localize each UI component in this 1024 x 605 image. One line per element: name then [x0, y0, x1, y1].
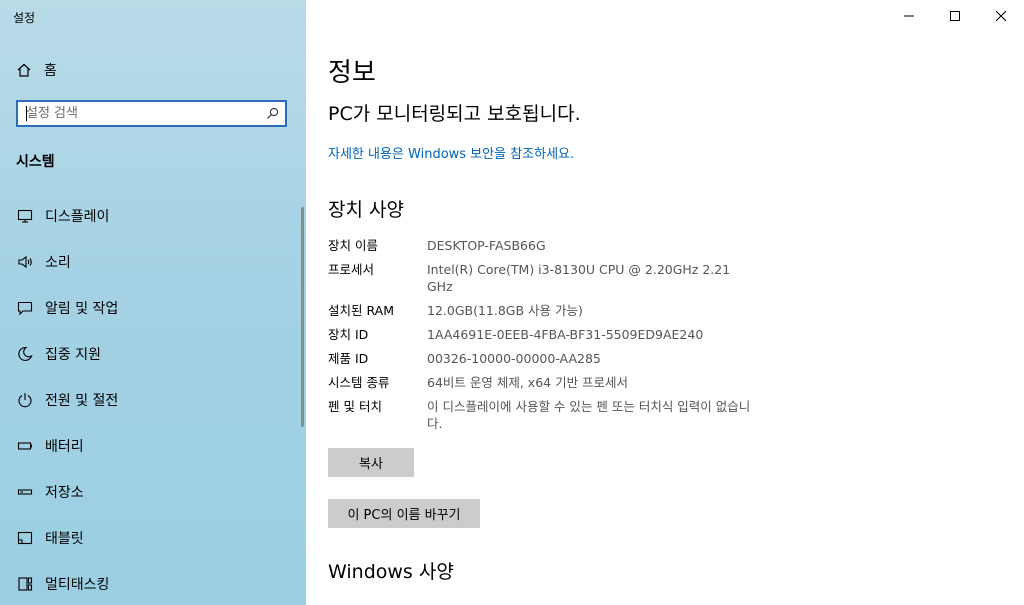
windows-security-link[interactable]: 자세한 내용은 Windows 보안을 참조하세요.	[328, 143, 574, 162]
battery-icon	[16, 437, 34, 455]
sidebar-item-label: 멀티태스킹	[45, 577, 110, 593]
spec-value: 00326-10000-00000-AA285	[427, 351, 601, 366]
spec-key: 제품 ID	[328, 351, 369, 366]
sidebar-item-label: 알림 및 작업	[45, 301, 119, 317]
spec-row: 설치된 RAM 12.0GB(11.8GB 사용 가능)	[328, 302, 757, 319]
search-box[interactable]	[16, 100, 287, 127]
sidebar-item-tablet[interactable]: 태블릿	[0, 515, 300, 561]
speaker-icon	[16, 253, 34, 271]
notification-icon	[16, 299, 34, 317]
maximize-icon	[950, 11, 960, 21]
power-icon	[16, 391, 34, 409]
app-title: 설정	[13, 11, 36, 25]
spec-row: 장치 ID 1AA4691E-0EEB-4FBA-BF31-5509ED9AE2…	[328, 326, 757, 343]
spec-value: Intel(R) Core(TM) i3-8130U CPU @ 2.20GHz…	[427, 262, 731, 294]
sidebar-item-focus[interactable]: 집중 지원	[0, 331, 300, 377]
spec-key: 시스템 종류	[328, 375, 390, 390]
spec-row: 제품 ID 00326-10000-00000-AA285	[328, 350, 757, 367]
close-icon	[996, 11, 1006, 21]
protection-status: PC가 모니터링되고 보호됩니다.	[328, 103, 581, 125]
minimize-icon	[904, 15, 914, 17]
spec-key: 설치된 RAM	[328, 303, 394, 318]
home-link[interactable]: 홈	[16, 60, 57, 80]
spec-key: 장치 이름	[328, 238, 378, 253]
spec-key: 프로세서	[328, 262, 375, 277]
device-specs-list: 장치 이름 DESKTOP-FASB66G 프로세서 Intel(R) Core…	[328, 237, 757, 439]
close-button[interactable]	[978, 0, 1024, 32]
sidebar-scrollbar[interactable]	[301, 207, 304, 427]
search-icon[interactable]	[266, 107, 279, 120]
minimize-button[interactable]	[886, 0, 932, 32]
spec-row: 시스템 종류 64비트 운영 체제, x64 기반 프로세서	[328, 374, 757, 391]
sidebar-item-multitasking[interactable]: 멀티태스킹	[0, 561, 300, 605]
tablet-icon	[16, 529, 34, 547]
text-caret	[26, 106, 27, 121]
section-title: 시스템	[16, 154, 55, 170]
sidebar-item-battery[interactable]: 배터리	[0, 423, 300, 469]
window-controls	[886, 0, 1024, 32]
sidebar-item-power[interactable]: 전원 및 절전	[0, 377, 300, 423]
sidebar-item-sound[interactable]: 소리	[0, 239, 300, 285]
storage-icon	[16, 483, 34, 501]
sidebar-item-label: 태블릿	[45, 531, 84, 547]
spec-key: 펜 및 터치	[328, 399, 382, 414]
maximize-button[interactable]	[932, 0, 978, 32]
sidebar-item-label: 디스플레이	[45, 209, 110, 225]
search-input[interactable]	[18, 102, 256, 125]
spec-row: 펜 및 터치 이 디스플레이에 사용할 수 있는 펜 또는 터치식 입력이 없습…	[328, 398, 757, 432]
spec-value: DESKTOP-FASB66G	[427, 238, 546, 253]
spec-value: 64비트 운영 체제, x64 기반 프로세서	[427, 375, 629, 390]
sidebar: 설정 홈 시스템 디스플레이 소리	[0, 0, 306, 605]
sidebar-item-label: 소리	[45, 255, 71, 271]
multitask-icon	[16, 575, 34, 593]
home-icon	[17, 63, 31, 77]
windows-specs-heading: Windows 사양	[328, 561, 454, 583]
device-specs-heading: 장치 사양	[328, 199, 404, 221]
sidebar-item-label: 집중 지원	[45, 347, 101, 363]
spec-key: 장치 ID	[328, 327, 369, 342]
spec-value: 12.0GB(11.8GB 사용 가능)	[427, 303, 583, 318]
copy-button[interactable]: 복사	[328, 448, 414, 477]
main-content: 정보 PC가 모니터링되고 보호됩니다. 자세한 내용은 Windows 보안을…	[306, 0, 1024, 605]
moon-icon	[16, 345, 34, 363]
spec-row: 프로세서 Intel(R) Core(TM) i3-8130U CPU @ 2.…	[328, 261, 757, 295]
sidebar-item-display[interactable]: 디스플레이	[0, 193, 300, 239]
spec-row: 장치 이름 DESKTOP-FASB66G	[328, 237, 757, 254]
spec-value: 이 디스플레이에 사용할 수 있는 펜 또는 터치식 입력이 없습니다.	[427, 399, 751, 431]
nav-list: 디스플레이 소리 알림 및 작업 집중 지원 전원 및 절전 배터리 저장소 태…	[0, 193, 300, 605]
spec-value: 1AA4691E-0EEB-4FBA-BF31-5509ED9AE240	[427, 327, 704, 342]
home-label: 홈	[44, 63, 57, 79]
sidebar-item-label: 배터리	[45, 439, 84, 455]
sidebar-item-notifications[interactable]: 알림 및 작업	[0, 285, 300, 331]
sidebar-item-storage[interactable]: 저장소	[0, 469, 300, 515]
page-title: 정보	[328, 58, 376, 88]
monitor-icon	[16, 207, 34, 225]
rename-pc-button[interactable]: 이 PC의 이름 바꾸기	[328, 499, 480, 528]
sidebar-item-label: 전원 및 절전	[45, 393, 119, 409]
sidebar-item-label: 저장소	[45, 485, 84, 501]
